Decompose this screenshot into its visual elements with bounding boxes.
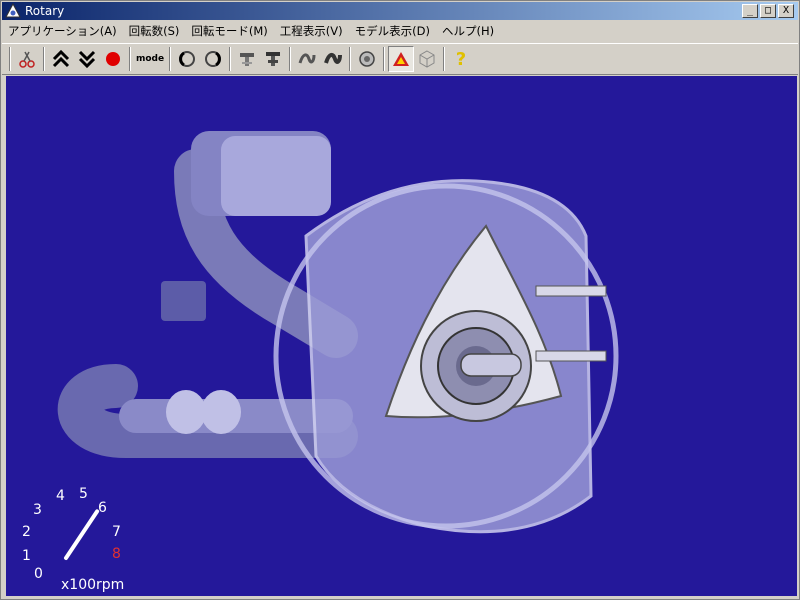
menu-help[interactable]: ヘルプ(H) [436,23,500,39]
menu-stroke-view[interactable]: 工程表示(V) [274,23,349,39]
help-button[interactable]: ? [448,46,474,72]
toolbar: mode ? [2,43,798,75]
cut-icon [19,51,35,68]
stroke-view-2-icon [266,52,280,66]
rotate-left-icon [179,51,195,67]
speed-up-button[interactable] [48,46,74,72]
app-window: Rotary _ □ X アプリケーション(A) 回転数(S) 回転モード(M)… [0,0,800,600]
stop-button[interactable] [100,46,126,72]
speed-down-icon [78,50,96,69]
toolbar-separator [383,47,385,71]
stop-icon [106,52,120,66]
combustion-view-button[interactable] [388,46,414,72]
toolbar-separator [43,47,45,71]
toolbar-separator [443,47,445,71]
maximize-button[interactable]: □ [760,4,776,18]
menu-rotation-speed[interactable]: 回転数(S) [123,23,186,39]
toolbar-separator [129,47,131,71]
rotary-engine-icon [5,3,21,18]
title-bar[interactable]: Rotary _ □ X [2,2,798,20]
model-view-1-button[interactable] [294,46,320,72]
speed-up-icon [52,49,70,68]
tachometer: 0 1 2 3 4 5 6 7 8 x100rpm [6,486,166,596]
rotate-right-icon [205,51,221,67]
rotate-right-button[interactable] [200,46,226,72]
toolbar-separator [349,47,351,71]
3d-viewport[interactable]: 0 1 2 3 4 5 6 7 8 x100rpm [6,76,797,596]
stroke-view-2-button[interactable] [260,46,286,72]
speed-down-button[interactable] [74,46,100,72]
menu-bar: アプリケーション(A) 回転数(S) 回転モード(M) 工程表示(V) モデル表… [2,21,798,41]
window-title: Rotary [25,4,65,18]
toolbar-separator [9,47,11,71]
minimize-button[interactable]: _ [742,4,758,18]
model-view-2-button[interactable] [320,46,346,72]
cut-button[interactable] [14,46,40,72]
toolbar-separator [289,47,291,71]
menu-model-view[interactable]: モデル表示(D) [349,23,436,39]
help-icon: ? [455,48,467,70]
engine-view-button[interactable] [354,46,380,72]
engine-view-icon [359,51,375,67]
mode-button[interactable]: mode [134,46,166,72]
toolbar-separator [229,47,231,71]
stroke-view-1-icon [240,53,254,66]
box-view-button[interactable] [414,46,440,72]
box-view-icon [419,50,435,68]
stroke-view-1-button[interactable] [234,46,260,72]
rpm-unit-label: x100rpm [61,577,125,593]
menu-application[interactable]: アプリケーション(A) [2,23,123,39]
close-button[interactable]: X [778,4,794,18]
rotate-left-button[interactable] [174,46,200,72]
toolbar-separator [169,47,171,71]
menu-rotation-mode[interactable]: 回転モード(M) [185,23,273,39]
model-view-1-icon [298,53,316,64]
combustion-view-icon [393,52,409,66]
model-view-2-icon [324,52,342,64]
